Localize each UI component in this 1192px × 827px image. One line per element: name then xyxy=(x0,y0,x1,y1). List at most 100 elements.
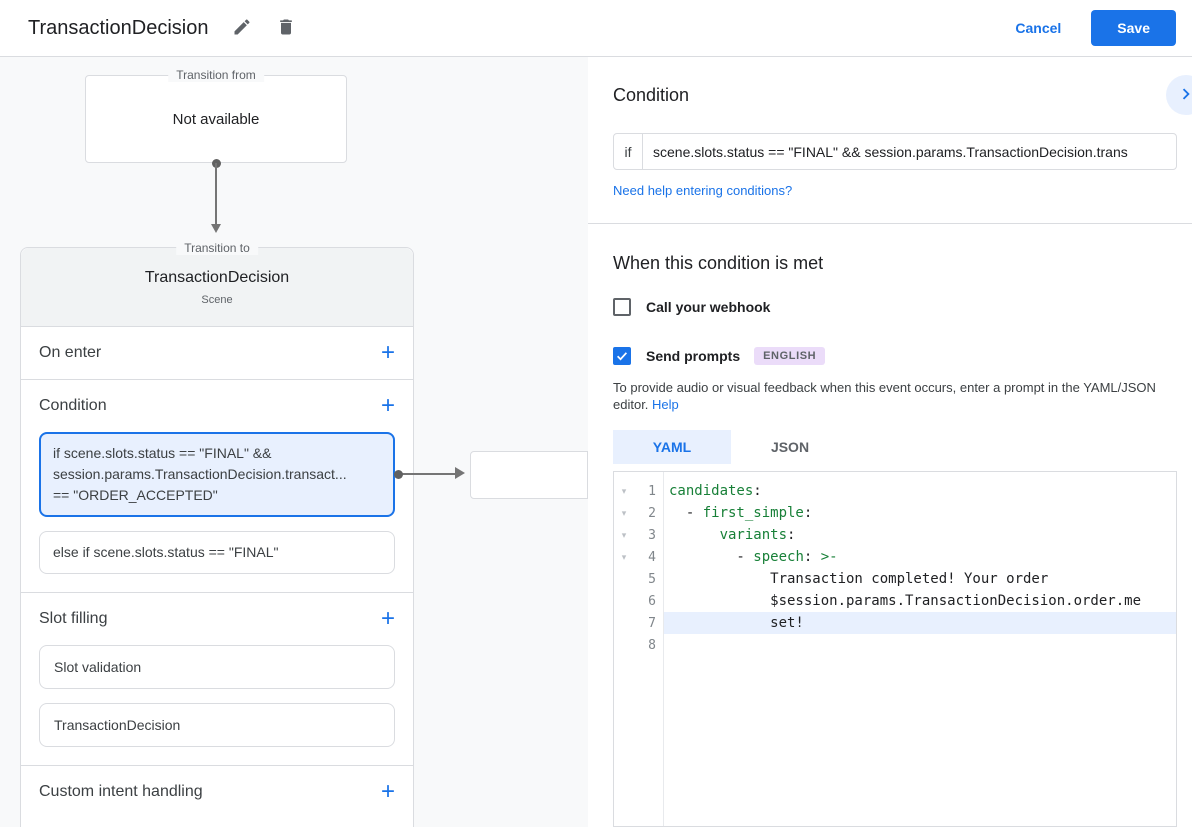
gutter-row: ▾2 xyxy=(614,502,663,524)
section-label-slot-filling: Slot filling xyxy=(39,610,107,628)
condition-panel: Condition if Need help entering conditio… xyxy=(588,57,1192,827)
condition-input[interactable] xyxy=(643,134,1176,169)
webhook-label: Call your webhook xyxy=(646,299,770,315)
language-badge: ENGLISH xyxy=(754,347,825,365)
scene-subtitle: Scene xyxy=(21,294,413,306)
send-prompts-checkbox[interactable] xyxy=(613,347,631,365)
condition-card-line: if scene.slots.status == "FINAL" && xyxy=(53,443,381,464)
collapse-panel-button[interactable] xyxy=(1166,75,1192,115)
line-number: 3 xyxy=(634,528,663,543)
section-on-enter: On enter + xyxy=(21,327,413,380)
section-row: On enter + xyxy=(39,327,395,379)
condition-card-line: session.params.TransactionDecision.trans… xyxy=(53,464,381,485)
line-number: 5 xyxy=(634,572,663,587)
gutter-row: ▾1 xyxy=(614,480,663,502)
code-line[interactable]: set! xyxy=(664,612,1176,634)
arrow-right-icon xyxy=(455,467,465,479)
page-title: TransactionDecision xyxy=(28,17,208,40)
line-number: 7 xyxy=(634,616,663,631)
save-button[interactable]: Save xyxy=(1091,10,1176,46)
fold-arrow-icon[interactable]: ▾ xyxy=(614,508,634,519)
transition-from-box: Transition from Not available xyxy=(85,75,347,163)
send-prompts-row: Send prompts ENGLISH xyxy=(613,347,825,365)
add-slot-button[interactable]: + xyxy=(381,607,395,631)
scene-title: TransactionDecision xyxy=(21,269,413,287)
conditions-help-link[interactable]: Need help entering conditions? xyxy=(613,183,792,198)
slot-card-transaction-decision[interactable]: TransactionDecision xyxy=(39,703,395,747)
delete-scene-button[interactable] xyxy=(276,17,296,40)
section-row: Slot filling + xyxy=(39,593,395,645)
editor-gutter: ▾1▾2▾3▾45678 xyxy=(614,472,664,826)
panel-title: Condition xyxy=(613,85,689,106)
if-prefix: if xyxy=(614,134,643,169)
add-custom-intent-button[interactable]: + xyxy=(381,780,395,804)
fold-arrow-icon[interactable]: ▾ xyxy=(614,552,634,563)
code-line[interactable]: $session.params.TransactionDecision.orde… xyxy=(664,590,1176,612)
check-icon xyxy=(615,349,629,363)
line-number: 6 xyxy=(634,594,663,609)
connector-line-horizontal xyxy=(399,473,456,475)
tab-json[interactable]: JSON xyxy=(731,430,849,464)
condition-card-line: == "ORDER_ACCEPTED" xyxy=(53,485,381,506)
panel-divider xyxy=(588,223,1192,224)
scene-editor: TransactionDecision Cancel Save Transiti… xyxy=(0,0,1192,827)
gutter-row: 5 xyxy=(614,568,663,590)
code-editor[interactable]: ▾1▾2▾3▾45678 candidates: - first_simple:… xyxy=(613,471,1177,827)
line-number: 1 xyxy=(634,484,663,499)
transition-to-label: Transition to xyxy=(176,241,258,255)
prompt-description: To provide audio or visual feedback when… xyxy=(613,379,1165,413)
editor-code[interactable]: candidates: - first_simple: variants: - … xyxy=(664,472,1176,826)
section-label-condition: Condition xyxy=(39,397,107,415)
section-condition: Condition + if scene.slots.status == "FI… xyxy=(21,380,413,593)
transition-target-box[interactable] xyxy=(470,451,588,499)
gutter-row: 8 xyxy=(614,634,663,656)
code-line[interactable]: variants: xyxy=(664,524,1176,546)
scene-graph-canvas: Transition from Not available Transition… xyxy=(0,57,588,827)
transition-from-label: Transition from xyxy=(168,68,264,82)
condition-input-group: if xyxy=(613,133,1177,170)
section-custom-intent: Custom intent handling + xyxy=(21,766,413,818)
code-line[interactable]: - speech: >- xyxy=(664,546,1176,568)
fold-arrow-icon[interactable]: ▾ xyxy=(614,486,634,497)
editor-tabs: YAML JSON xyxy=(613,430,849,464)
connector-dot xyxy=(394,470,403,479)
gutter-row: ▾3 xyxy=(614,524,663,546)
gutter-row: 6 xyxy=(614,590,663,612)
scene-card-header[interactable]: TransactionDecision Scene xyxy=(21,248,413,327)
line-number: 4 xyxy=(634,550,663,565)
code-line[interactable]: Transaction completed! Your order xyxy=(664,568,1176,590)
webhook-checkbox[interactable] xyxy=(613,298,631,316)
edit-title-button[interactable] xyxy=(232,17,252,40)
transition-from-content: Not available xyxy=(173,111,260,128)
slot-card-validation[interactable]: Slot validation xyxy=(39,645,395,689)
when-condition-met-title: When this condition is met xyxy=(613,253,823,274)
condition-card-selected[interactable]: if scene.slots.status == "FINAL" && sess… xyxy=(39,432,395,517)
condition-card-line: else if scene.slots.status == "FINAL" xyxy=(53,542,381,563)
webhook-row: Call your webhook xyxy=(613,298,770,316)
code-line[interactable]: candidates: xyxy=(664,480,1176,502)
pencil-icon xyxy=(232,17,252,40)
section-row: Custom intent handling + xyxy=(39,766,395,818)
line-number: 2 xyxy=(634,506,663,521)
condition-card-else[interactable]: else if scene.slots.status == "FINAL" xyxy=(39,531,395,574)
section-label-custom-intent: Custom intent handling xyxy=(39,783,203,801)
scene-card: TransactionDecision Scene On enter + Con… xyxy=(20,247,414,827)
fold-arrow-icon[interactable]: ▾ xyxy=(614,530,634,541)
code-line[interactable]: - first_simple: xyxy=(664,502,1176,524)
arrow-down-icon xyxy=(211,224,221,233)
section-row: Condition + xyxy=(39,380,395,432)
code-line[interactable] xyxy=(664,634,1176,656)
gutter-row: 7 xyxy=(614,612,663,634)
prompt-help-link[interactable]: Help xyxy=(652,397,679,412)
trash-icon xyxy=(276,17,296,40)
tab-yaml[interactable]: YAML xyxy=(613,430,731,464)
add-condition-button[interactable]: + xyxy=(381,394,395,418)
top-bar: TransactionDecision Cancel Save xyxy=(0,0,1192,57)
connector-line-vertical xyxy=(215,163,217,225)
send-prompts-label: Send prompts xyxy=(646,348,740,364)
chevron-right-icon xyxy=(1175,83,1192,108)
gutter-row: ▾4 xyxy=(614,546,663,568)
cancel-button[interactable]: Cancel xyxy=(1015,20,1061,36)
add-on-enter-button[interactable]: + xyxy=(381,341,395,365)
line-number: 8 xyxy=(634,638,663,653)
